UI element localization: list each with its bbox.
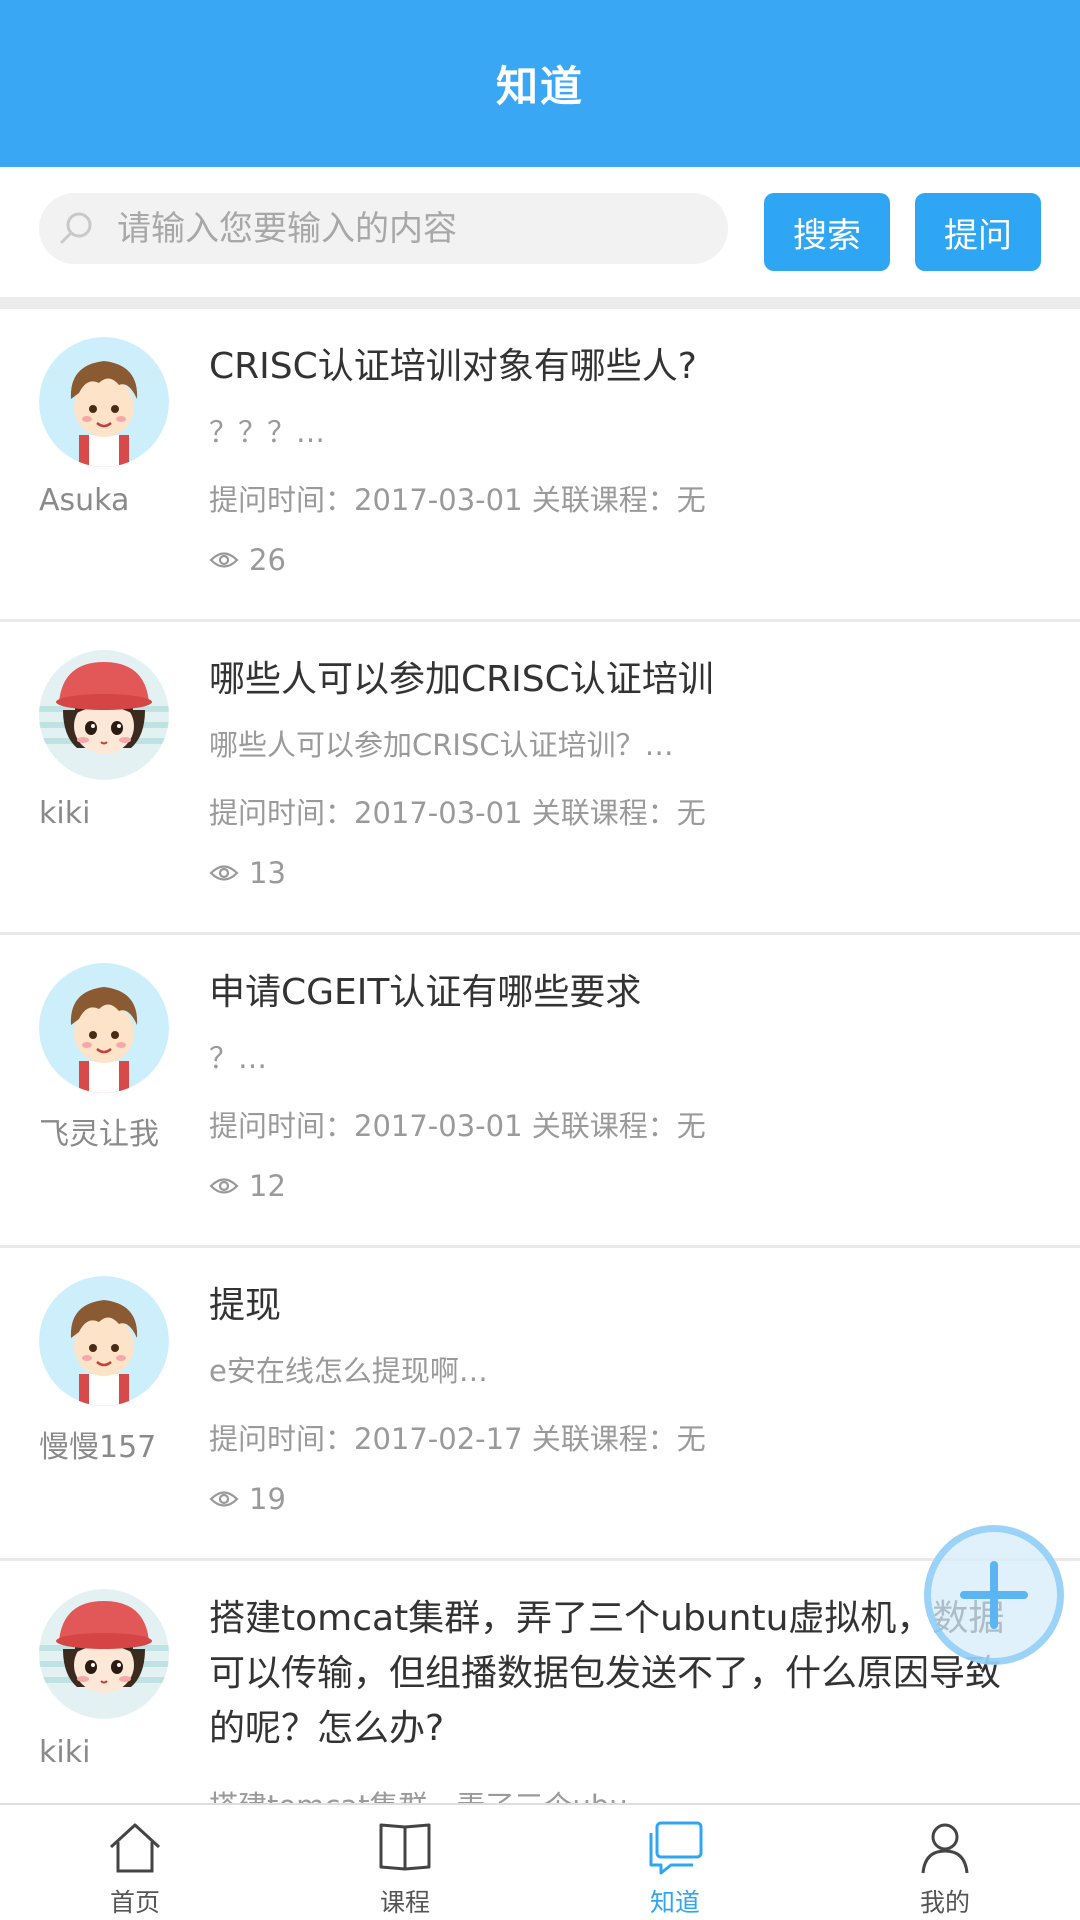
search-box[interactable]: [39, 193, 728, 264]
avatar[interactable]: [39, 337, 169, 467]
chat-icon: [649, 1821, 703, 1875]
eye-icon: [209, 1178, 239, 1194]
boy-avatar-icon: [39, 963, 169, 1093]
user-icon: [921, 1823, 969, 1874]
tab-label: 知道: [649, 1888, 700, 1917]
search-button[interactable]: 搜索: [764, 193, 890, 271]
eye-icon: [209, 552, 239, 568]
search-icon: [60, 212, 92, 244]
avatar[interactable]: [39, 650, 169, 780]
question-title[interactable]: 搭建tomcat集群，弄了三个ubuntu虚拟机，数据可以传输，但组播数据包发送…: [209, 1591, 1024, 1756]
question-item[interactable]: Asuka CRISC认证培训对象有哪些人? ？？？… 提问时间：2017-03…: [0, 309, 1080, 622]
question-summary: ？？？…: [209, 415, 326, 449]
tab-home[interactable]: 首页: [0, 1805, 270, 1920]
view-count: 13: [209, 856, 286, 890]
question-list: Asuka CRISC认证培训对象有哪些人? ？？？… 提问时间：2017-03…: [0, 309, 1080, 1803]
question-meta: 提问时间：2017-03-01 关联课程：无: [209, 1109, 706, 1143]
question-summary: 哪些人可以参加CRISC认证培训？…: [209, 728, 674, 762]
view-count: 26: [209, 543, 286, 577]
question-author: 飞灵让我: [39, 1117, 159, 1152]
question-title[interactable]: 哪些人可以参加CRISC认证培训: [209, 652, 1024, 707]
question-author: kiki: [39, 1735, 91, 1770]
question-title[interactable]: 申请CGEIT认证有哪些要求: [209, 965, 1024, 1020]
bottom-tab-bar: 首页 课程 知道 我的: [0, 1803, 1080, 1920]
plus-icon: [960, 1561, 1028, 1629]
boy-avatar-icon: [39, 1276, 169, 1406]
view-count-value: 13: [249, 856, 286, 890]
page-title: 知道: [495, 62, 584, 111]
question-title[interactable]: CRISC认证培训对象有哪些人?: [209, 339, 1024, 394]
tab-know[interactable]: 知道: [540, 1805, 810, 1920]
question-summary: ？…: [209, 1041, 268, 1075]
question-meta: 提问时间：2017-02-17 关联课程：无: [209, 1422, 706, 1456]
tab-label: 课程: [379, 1888, 430, 1917]
view-count: 12: [209, 1169, 286, 1203]
book-icon: [379, 1823, 431, 1871]
boy-avatar-icon: [39, 337, 169, 467]
eye-icon: [209, 1491, 239, 1507]
app-header: 知道: [0, 0, 1080, 167]
eye-icon: [209, 865, 239, 881]
question-item[interactable]: kiki 哪些人可以参加CRISC认证培训 哪些人可以参加CRISC认证培训？……: [0, 622, 1080, 935]
avatar[interactable]: [39, 1276, 169, 1406]
girl-avatar-icon: [39, 1589, 169, 1719]
section-divider: [0, 297, 1080, 309]
question-author: Asuka: [39, 483, 130, 518]
add-question-fab[interactable]: [924, 1525, 1064, 1665]
avatar[interactable]: [39, 963, 169, 1093]
question-item[interactable]: 慢慢157 提现 e安在线怎么提现啊… 提问时间：2017-02-17 关联课程…: [0, 1248, 1080, 1561]
view-count-value: 19: [249, 1482, 286, 1516]
avatar[interactable]: [39, 1589, 169, 1719]
search-input[interactable]: [117, 193, 707, 264]
tab-label: 首页: [109, 1888, 160, 1917]
view-count: 19: [209, 1482, 286, 1516]
view-count-value: 12: [249, 1169, 286, 1203]
tab-mine[interactable]: 我的: [810, 1805, 1080, 1920]
question-author: kiki: [39, 796, 91, 831]
question-meta: 提问时间：2017-03-01 关联课程：无: [209, 796, 706, 830]
question-item[interactable]: 飞灵让我 申请CGEIT认证有哪些要求 ？… 提问时间：2017-03-01 关…: [0, 935, 1080, 1248]
question-summary: e安在线怎么提现啊…: [209, 1354, 488, 1388]
question-summary: 搭建tomcat集群，弄了三个ubu…: [209, 1783, 657, 1803]
question-item[interactable]: kiki 搭建tomcat集群，弄了三个ubuntu虚拟机，数据可以传输，但组播…: [0, 1561, 1080, 1803]
view-count-value: 26: [249, 543, 286, 577]
ask-question-button[interactable]: 提问: [915, 193, 1041, 271]
question-title[interactable]: 提现: [209, 1278, 1024, 1333]
tab-courses[interactable]: 课程: [270, 1805, 540, 1920]
search-bar: 搜索 提问: [0, 167, 1080, 297]
question-author: 慢慢157: [39, 1430, 157, 1465]
question-meta: 提问时间：2017-03-01 关联课程：无: [209, 483, 706, 517]
tab-label: 我的: [919, 1888, 970, 1917]
girl-avatar-icon: [39, 650, 169, 780]
home-icon: [109, 1823, 161, 1873]
